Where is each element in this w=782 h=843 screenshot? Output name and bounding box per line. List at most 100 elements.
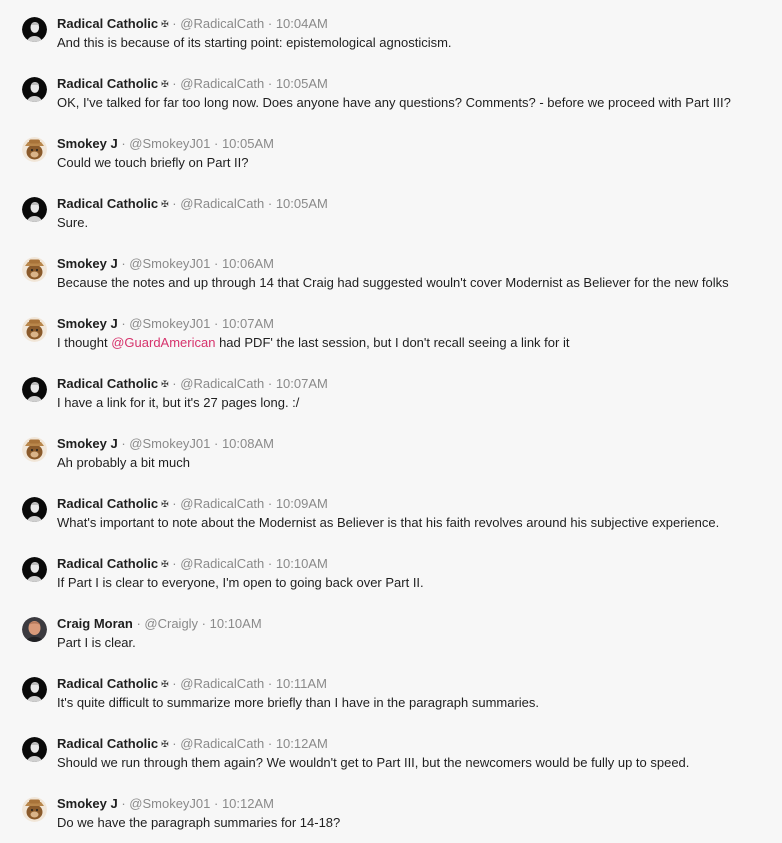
smokey-avatar[interactable]	[22, 797, 47, 822]
author-name[interactable]: Craig Moran	[57, 616, 133, 631]
author-name[interactable]: Smokey J	[57, 436, 118, 451]
radical-catholic-avatar[interactable]	[22, 197, 47, 222]
separator: ·	[168, 676, 181, 691]
message-text: Do we have the paragraph summaries for 1…	[57, 815, 341, 830]
message-header: Radical Catholic ✠ · @RadicalCath · 10:10…	[57, 555, 328, 574]
author-name[interactable]: Smokey J	[57, 796, 118, 811]
message-header: Craig Moran · @Craigly · 10:10AM	[57, 615, 262, 632]
author-handle[interactable]: @RadicalCath	[180, 376, 264, 391]
message: Smokey J · @SmokeyJ01 · 10:12AM Do we ha…	[0, 792, 782, 843]
timestamp: 10:05AM	[275, 76, 328, 91]
separator: ·	[117, 796, 130, 811]
separator: ·	[168, 196, 181, 211]
message: Radical Catholic ✠ · @RadicalCath · 10:07…	[0, 372, 782, 432]
message-text: I have a link for it, but it's 27 pages …	[57, 395, 300, 410]
author-handle[interactable]: @RadicalCath	[180, 736, 264, 751]
radical-catholic-avatar[interactable]	[22, 377, 47, 402]
message-text: Part I is clear.	[57, 635, 136, 650]
message-text: OK, I've talked for far too long now. Do…	[57, 95, 731, 110]
separator: ·	[210, 796, 222, 811]
cross-badge-icon: ✠	[161, 79, 169, 89]
craig-avatar[interactable]	[22, 617, 47, 642]
separator: ·	[264, 736, 276, 751]
separator: ·	[264, 376, 276, 391]
separator: ·	[168, 736, 181, 751]
author-handle[interactable]: @SmokeyJ01	[129, 136, 210, 151]
author-handle[interactable]: @RadicalCath	[180, 76, 264, 91]
separator: ·	[168, 556, 181, 571]
message-text-part: I thought	[57, 335, 112, 350]
message: Smokey J · @SmokeyJ01 · 10:07AM I though…	[0, 312, 782, 372]
author-handle[interactable]: @RadicalCath	[180, 16, 264, 31]
author-handle[interactable]: @SmokeyJ01	[129, 436, 210, 451]
author-handle[interactable]: @RadicalCath	[180, 496, 264, 511]
cross-badge-icon: ✠	[161, 19, 169, 29]
timestamp: 10:12AM	[275, 736, 328, 751]
message-text-part: had PDF' the last session, but I don't r…	[215, 335, 570, 350]
author-name[interactable]: Smokey J	[57, 316, 118, 331]
message-header: Radical Catholic ✠ · @RadicalCath · 10:09…	[57, 495, 328, 514]
author-handle[interactable]: @SmokeyJ01	[129, 256, 210, 271]
author-handle[interactable]: @RadicalCath	[180, 676, 264, 691]
separator: ·	[168, 496, 181, 511]
author-name[interactable]: Smokey J	[57, 256, 118, 271]
separator: ·	[264, 196, 276, 211]
timestamp: 10:05AM	[221, 136, 274, 151]
timestamp: 10:06AM	[221, 256, 274, 271]
message: Radical Catholic ✠ · @RadicalCath · 10:05…	[0, 72, 782, 132]
separator: ·	[264, 676, 276, 691]
author-name[interactable]: Radical Catholic	[57, 736, 158, 751]
separator: ·	[264, 76, 276, 91]
radical-catholic-avatar[interactable]	[22, 497, 47, 522]
separator: ·	[210, 256, 222, 271]
cross-badge-icon: ✠	[161, 199, 169, 209]
message: Radical Catholic ✠ · @RadicalCath · 10:09…	[0, 492, 782, 552]
separator: ·	[117, 316, 130, 331]
smokey-avatar[interactable]	[22, 317, 47, 342]
separator: ·	[168, 376, 181, 391]
smokey-avatar[interactable]	[22, 137, 47, 162]
author-name[interactable]: Radical Catholic	[57, 76, 158, 91]
separator: ·	[210, 316, 222, 331]
timestamp: 10:09AM	[275, 496, 328, 511]
radical-catholic-avatar[interactable]	[22, 677, 47, 702]
message-text: I thought @GuardAmerican had PDF' the la…	[57, 334, 569, 352]
author-handle[interactable]: @RadicalCath	[180, 556, 264, 571]
message: Radical Catholic ✠ · @RadicalCath · 10:10…	[0, 552, 782, 612]
author-handle[interactable]: @SmokeyJ01	[129, 796, 210, 811]
separator: ·	[168, 16, 181, 31]
author-handle[interactable]: @SmokeyJ01	[129, 316, 210, 331]
author-handle[interactable]: @RadicalCath	[180, 196, 264, 211]
radical-catholic-avatar[interactable]	[22, 737, 47, 762]
separator: ·	[117, 436, 130, 451]
timestamp: 10:10AM	[209, 616, 262, 631]
separator: ·	[117, 256, 130, 271]
author-name[interactable]: Radical Catholic	[57, 556, 158, 571]
message-header: Smokey J · @SmokeyJ01 · 10:08AM	[57, 435, 274, 452]
message: Radical Catholic ✠ · @RadicalCath · 10:12…	[0, 732, 782, 792]
radical-catholic-avatar[interactable]	[22, 17, 47, 42]
message-header: Radical Catholic ✠ · @RadicalCath · 10:07…	[57, 375, 328, 394]
message-header: Radical Catholic ✠ · @RadicalCath · 10:12…	[57, 735, 328, 754]
timestamp: 10:05AM	[275, 196, 328, 211]
message: Smokey J · @SmokeyJ01 · 10:05AM Could we…	[0, 132, 782, 192]
author-name[interactable]: Smokey J	[57, 136, 118, 151]
author-name[interactable]: Radical Catholic	[57, 676, 158, 691]
author-name[interactable]: Radical Catholic	[57, 16, 158, 31]
smokey-avatar[interactable]	[22, 437, 47, 462]
mention-link[interactable]: @GuardAmerican	[111, 335, 215, 350]
separator: ·	[210, 136, 222, 151]
author-name[interactable]: Radical Catholic	[57, 496, 158, 511]
author-name[interactable]: Radical Catholic	[57, 376, 158, 391]
message-header: Smokey J · @SmokeyJ01 · 10:06AM	[57, 255, 274, 272]
separator: ·	[198, 616, 210, 631]
author-name[interactable]: Radical Catholic	[57, 196, 158, 211]
separator: ·	[168, 76, 181, 91]
author-handle[interactable]: @Craigly	[144, 616, 198, 631]
message-text: It's quite difficult to summarize more b…	[57, 695, 540, 710]
smokey-avatar[interactable]	[22, 257, 47, 282]
message-header: Radical Catholic ✠ · @RadicalCath · 10:05…	[57, 195, 328, 214]
timestamp: 10:11AM	[275, 676, 327, 691]
radical-catholic-avatar[interactable]	[22, 557, 47, 582]
radical-catholic-avatar[interactable]	[22, 77, 47, 102]
